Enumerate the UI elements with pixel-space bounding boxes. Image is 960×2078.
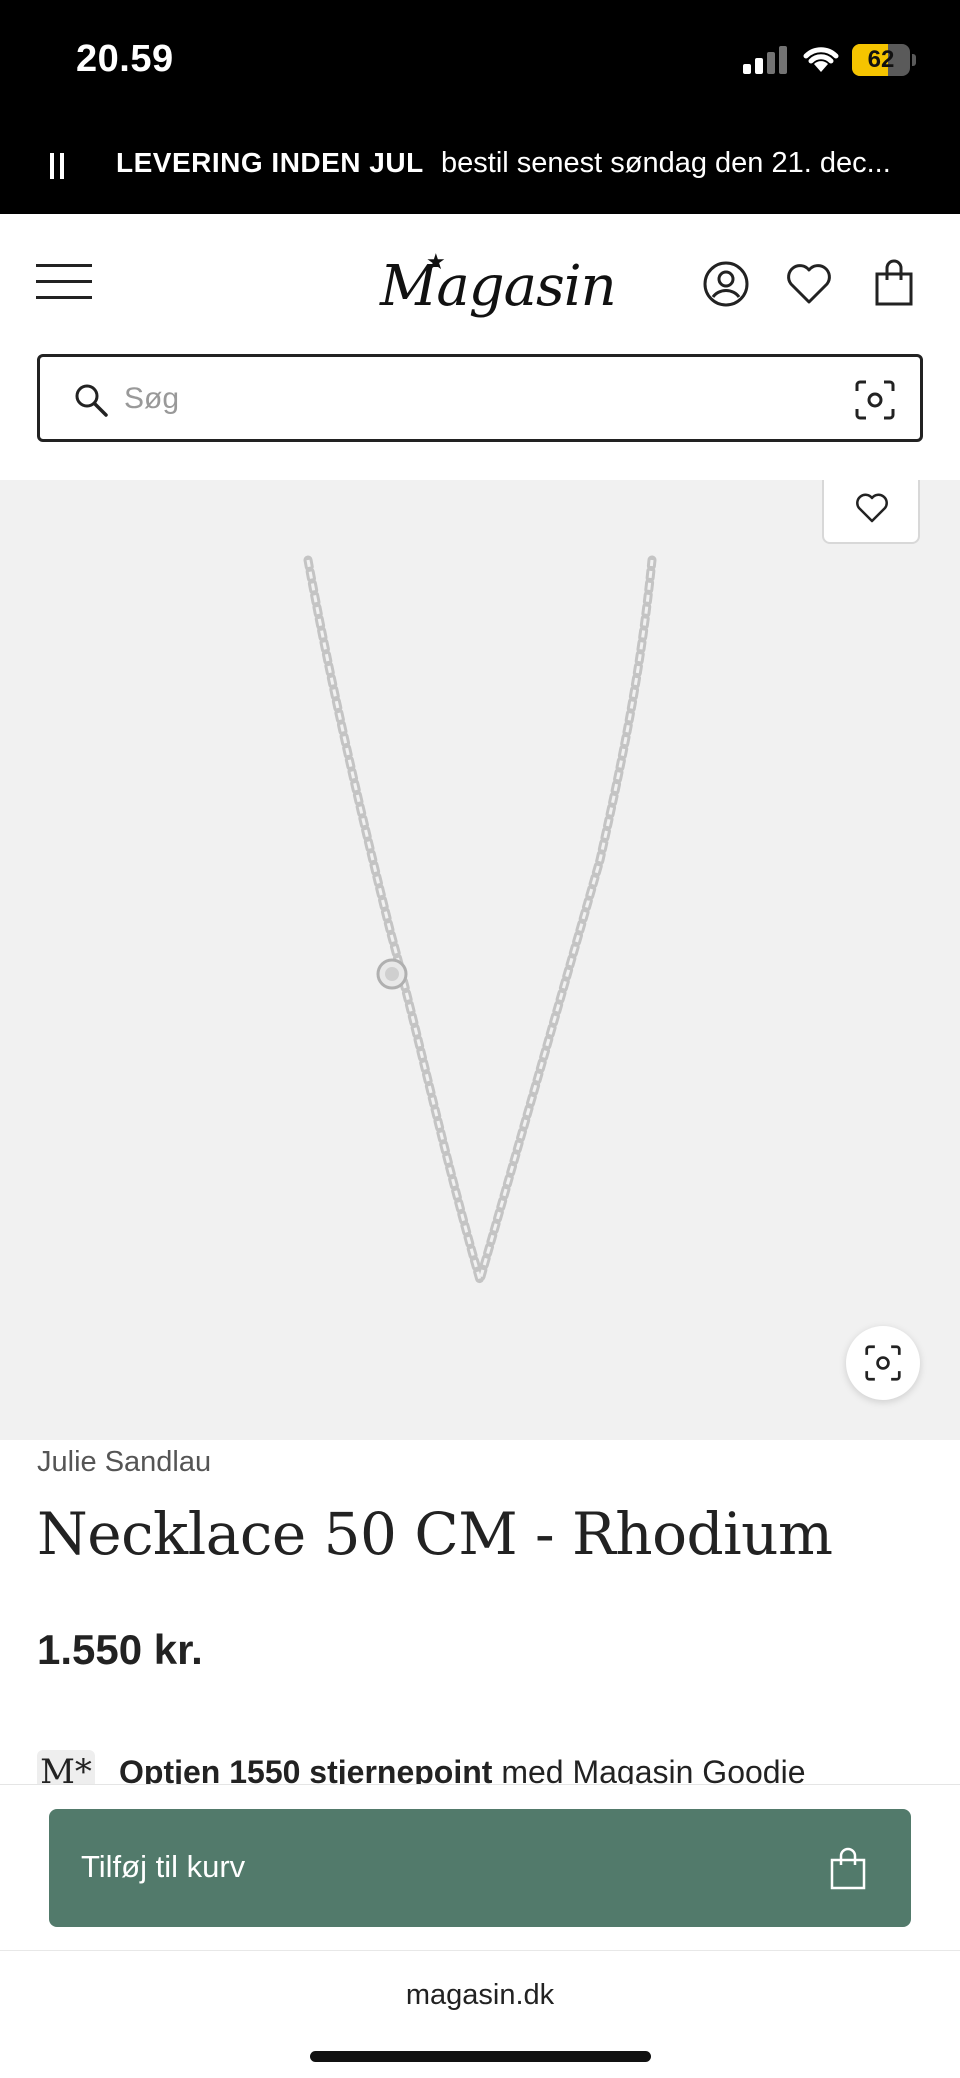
battery-tip	[912, 54, 916, 66]
add-to-cart-label: Tilføj til kurv	[81, 1849, 246, 1884]
heart-icon	[856, 493, 888, 523]
status-bar: 20.59 62	[0, 0, 960, 120]
status-time: 20.59	[76, 38, 174, 80]
product-brand[interactable]: Julie Sandlau	[37, 1446, 211, 1479]
battery-level: 62	[867, 46, 895, 73]
bag-icon	[830, 1847, 866, 1890]
logo-text: Magasin	[380, 254, 617, 319]
pause-icon[interactable]	[50, 153, 64, 179]
loyalty-points-suffix: med Magasin Goodie	[492, 1754, 806, 1784]
loyalty-points-text: Optjen 1550 stjernepoint med Magasin Goo…	[119, 1754, 805, 1784]
menu-icon[interactable]	[36, 260, 92, 304]
necklace-image	[303, 555, 657, 1297]
loyalty-points-bold: Optjen 1550 stjernepoint	[119, 1754, 493, 1784]
browser-address-bar[interactable]: magasin.dk	[0, 1950, 960, 2078]
goodie-logo-icon: M*	[37, 1750, 95, 1784]
home-indicator[interactable]	[310, 2051, 651, 2062]
bag-icon[interactable]	[868, 258, 920, 310]
wifi-icon	[803, 47, 839, 72]
promo-text: bestil senest søndag den 21. dec...	[441, 147, 891, 179]
promo-headline: LEVERING INDEN JUL	[116, 147, 424, 178]
add-to-cart-button[interactable]: Tilføj til kurv	[49, 1809, 911, 1927]
product-wishlist-button[interactable]	[822, 480, 920, 544]
account-icon[interactable]	[700, 258, 752, 310]
sticky-cart-bar: Tilføj til kurv	[0, 1784, 960, 1950]
scan-icon	[865, 1345, 901, 1381]
promo-banner[interactable]: LEVERING INDEN JUL bestil senest søndag …	[0, 120, 960, 214]
battery-indicator: 62	[852, 44, 910, 76]
product-title: Necklace 50 CM - Rhodium	[37, 1500, 833, 1568]
magasin-logo[interactable]: Magasin ★	[380, 250, 617, 324]
cellular-signal-icon	[743, 44, 787, 74]
site-header: Magasin ★	[0, 214, 960, 480]
heart-icon[interactable]	[783, 258, 835, 310]
search-input[interactable]	[124, 375, 844, 423]
visual-search-icon[interactable]	[854, 379, 896, 421]
loyalty-points-row: M* Optjen 1550 stjernepoint med Magasin …	[37, 1750, 937, 1784]
search-bar[interactable]	[37, 354, 923, 442]
logo-star-icon: ★	[426, 250, 446, 275]
url-text[interactable]: magasin.dk	[0, 1979, 960, 2012]
product-price: 1.550 kr.	[37, 1626, 203, 1673]
search-icon[interactable]	[74, 383, 108, 417]
visual-search-button[interactable]	[846, 1326, 920, 1400]
product-image[interactable]	[0, 480, 960, 1440]
